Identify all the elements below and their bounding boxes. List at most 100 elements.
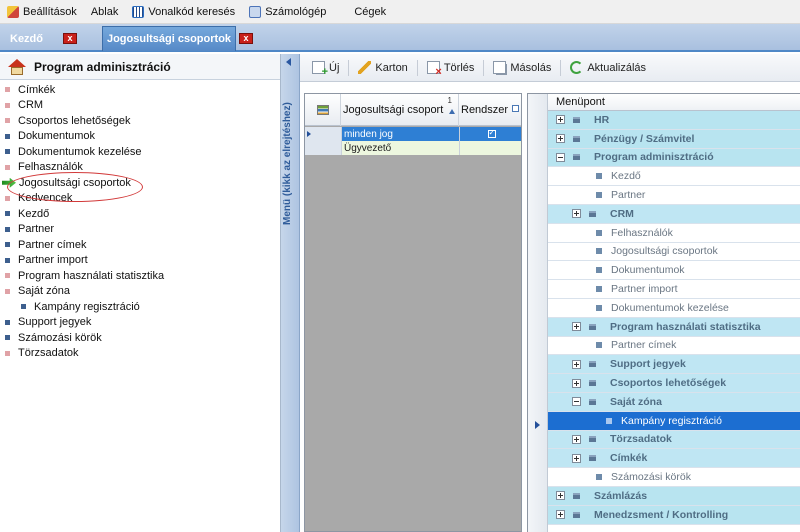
nav-item-partner-cimek[interactable]: Partner címek bbox=[0, 237, 280, 253]
nav-item-support-jegyek[interactable]: Support jegyek bbox=[0, 315, 280, 331]
tree-row-torzsadatok[interactable]: Törzsadatok bbox=[548, 430, 800, 450]
nav-item-program-hasznalati-statisztika[interactable]: Program használati statisztika bbox=[0, 268, 280, 284]
nav-item-felhasznalok[interactable]: Felhasználók bbox=[0, 160, 280, 176]
expand-icon[interactable] bbox=[572, 209, 581, 219]
nav-item-label: Jogosultsági csoportok bbox=[19, 176, 131, 189]
tree-row-partner-cimek[interactable]: Partner címek bbox=[548, 336, 800, 356]
row-indicator-cell bbox=[305, 127, 341, 141]
tree-row-szamozasi-korok[interactable]: Számozási körök bbox=[548, 468, 800, 487]
nav-item-partner[interactable]: Partner bbox=[0, 222, 280, 238]
nav-item-szamozasi-korok[interactable]: Számozási körök bbox=[0, 330, 280, 346]
menu-companies[interactable]: Cégek bbox=[347, 0, 393, 24]
folder-icon bbox=[589, 455, 596, 462]
header-checkbox-icon[interactable] bbox=[512, 105, 519, 112]
nav-item-torzsadatok[interactable]: Törzsadatok bbox=[0, 346, 280, 362]
tree-row-program-hasznalati-statisztika[interactable]: Program használati statisztika bbox=[548, 317, 800, 337]
bullet-icon bbox=[5, 350, 10, 356]
column-header-group-name[interactable]: Jogosultsági csoport 1 bbox=[341, 94, 459, 126]
nav-item-kezdo[interactable]: Kezdő bbox=[0, 206, 280, 222]
group-name-cell[interactable]: Ügyvezető bbox=[341, 141, 459, 155]
bullet-icon bbox=[5, 242, 10, 248]
collapse-icon[interactable] bbox=[556, 152, 565, 162]
system-cell[interactable] bbox=[459, 141, 521, 155]
edit-card-button[interactable]: Karton bbox=[352, 57, 413, 79]
nav-item-csoportos-lehetosegek[interactable]: Csoportos lehetőségek bbox=[0, 113, 280, 129]
nav-item-sajat-zona[interactable]: Saját zóna bbox=[0, 284, 280, 300]
expand-icon[interactable] bbox=[556, 491, 565, 501]
nav-item-crm[interactable]: CRM bbox=[0, 98, 280, 114]
tree-row-program-adminisztracio[interactable]: Program adminisztráció bbox=[548, 148, 800, 168]
tree-row-label: CRM bbox=[610, 207, 634, 220]
menu-barcode-search[interactable]: Vonalkód keresés bbox=[125, 0, 242, 24]
tree-row-support-jegyek[interactable]: Support jegyek bbox=[548, 355, 800, 375]
tab-home-close-icon[interactable]: x bbox=[63, 33, 77, 44]
tree-row-dokumentumok[interactable]: Dokumentumok bbox=[548, 261, 800, 281]
expand-icon[interactable] bbox=[572, 453, 581, 463]
expand-icon[interactable] bbox=[556, 510, 565, 520]
nav-item-partner-import[interactable]: Partner import bbox=[0, 253, 280, 269]
system-checkbox[interactable] bbox=[487, 128, 496, 138]
tab-permission-groups-close-icon[interactable]: x bbox=[239, 33, 253, 44]
delete-button-label: Törlés bbox=[443, 61, 475, 74]
nav-item-dokumentumok[interactable]: Dokumentumok bbox=[0, 129, 280, 145]
nav-item-jogosultsagi-csoportok[interactable]: Jogosultsági csoportok bbox=[0, 175, 280, 191]
new-button[interactable]: Új bbox=[306, 57, 345, 79]
nav-item-label: Felhasználók bbox=[18, 161, 83, 174]
group-name-cell[interactable]: minden jog bbox=[341, 127, 459, 141]
tree-row-partner[interactable]: Partner bbox=[548, 186, 800, 205]
tree-row-felhasznalok[interactable]: Felhasználók bbox=[548, 223, 800, 243]
tree-row-cimkek[interactable]: Címkék bbox=[548, 449, 800, 469]
system-cell[interactable] bbox=[459, 127, 521, 141]
tree-row-hr[interactable]: HR bbox=[548, 111, 800, 130]
nav-item-kedvencek[interactable]: Kedvencek bbox=[0, 191, 280, 207]
menu-item-icon bbox=[596, 286, 602, 293]
tree-row-menedzsment-kontrolling[interactable]: Menedzsment / Kontrolling bbox=[548, 505, 800, 525]
tab-home[interactable]: Kezdő bbox=[10, 27, 43, 50]
grid-column-chooser[interactable] bbox=[305, 94, 341, 126]
column-header-system[interactable]: Rendszer bbox=[459, 94, 521, 126]
barcode-icon bbox=[132, 5, 145, 18]
refresh-button[interactable]: Aktualizálás bbox=[564, 57, 652, 79]
tree-header[interactable]: Menüpont bbox=[548, 94, 800, 111]
sort-ascending-icon bbox=[449, 109, 455, 114]
nav-item-kampany-regisztracio[interactable]: Kampány regisztráció bbox=[0, 299, 280, 315]
collapse-icon[interactable] bbox=[572, 397, 581, 407]
tree-row-crm[interactable]: CRM bbox=[548, 205, 800, 224]
tree-row-kampany-regisztracio[interactable]: Kampány regisztráció bbox=[548, 411, 800, 431]
bullet-icon bbox=[5, 288, 10, 294]
expand-icon[interactable] bbox=[572, 359, 581, 369]
expand-icon[interactable] bbox=[556, 134, 565, 144]
tree-row-szamlazas[interactable]: Számlázás bbox=[548, 487, 800, 506]
menu-settings[interactable]: Beállítások bbox=[0, 0, 84, 24]
tree-row-penzugy-szamvitel[interactable]: Pénzügy / Számvitel bbox=[548, 129, 800, 149]
tree-row-partner-import[interactable]: Partner import bbox=[548, 280, 800, 299]
menu-collapse-bar[interactable]: Menü (kikk az elrejtéshez) bbox=[281, 54, 300, 532]
menu-calculator[interactable]: Számológép bbox=[242, 0, 333, 24]
expand-icon[interactable] bbox=[556, 115, 565, 125]
expand-icon[interactable] bbox=[572, 378, 581, 388]
bullet-icon bbox=[5, 211, 10, 217]
expand-icon[interactable] bbox=[572, 322, 581, 332]
tree-row-kezdo[interactable]: Kezdő bbox=[548, 167, 800, 187]
delete-button[interactable]: Törlés bbox=[421, 57, 481, 79]
menu-collapse-label: Menü (kikk az elrejtéshez) bbox=[282, 102, 293, 226]
folder-icon bbox=[589, 398, 596, 405]
bullet-icon bbox=[5, 226, 10, 232]
tab-home-label: Kezdő bbox=[10, 32, 43, 45]
table-row[interactable]: minden jog bbox=[305, 127, 521, 141]
tree-row-sajat-zona[interactable]: Saját zóna bbox=[548, 393, 800, 412]
menu-companies-label: Cégek bbox=[354, 5, 387, 18]
nav-item-dokumentumok-kezelese[interactable]: Dokumentumok kezelése bbox=[0, 144, 280, 160]
copy-button[interactable]: Másolás bbox=[487, 57, 557, 79]
expand-icon[interactable] bbox=[572, 434, 581, 444]
nav-item-cimkek[interactable]: Címkék bbox=[0, 82, 280, 98]
tree-row-label: Menedzsment / Kontrolling bbox=[594, 508, 729, 521]
tree-row-dokumentumok-kezelese[interactable]: Dokumentumok kezelése bbox=[548, 299, 800, 318]
current-row-indicator-icon bbox=[535, 421, 540, 429]
table-row[interactable]: Ügyvezető bbox=[305, 141, 521, 155]
tab-permission-groups[interactable]: Jogosultsági csoportok bbox=[102, 26, 236, 51]
copy-icon bbox=[493, 61, 507, 74]
tree-row-csoportos-lehetosegek[interactable]: Csoportos lehetőségek bbox=[548, 374, 800, 393]
menu-window[interactable]: Ablak bbox=[84, 0, 126, 24]
tree-row-jogosultsagi-csoportok[interactable]: Jogosultsági csoportok bbox=[548, 242, 800, 262]
